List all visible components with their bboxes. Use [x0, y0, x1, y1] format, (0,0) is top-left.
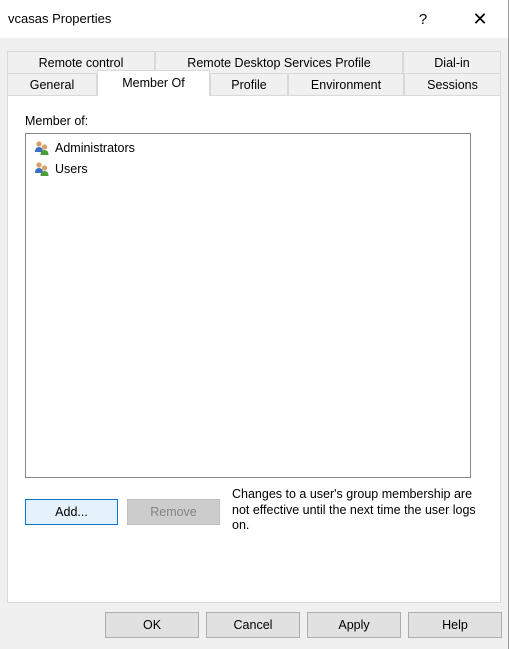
list-item-users[interactable]: Users — [34, 160, 88, 178]
add-button[interactable]: Add... — [25, 499, 118, 525]
list-item-label: Administrators — [55, 141, 135, 155]
group-icon — [34, 161, 50, 177]
remove-button[interactable]: Remove — [127, 499, 220, 525]
member-of-label: Member of: — [25, 114, 89, 128]
tab-sessions[interactable]: Sessions — [404, 73, 501, 95]
window-title: vcasas Properties — [8, 11, 112, 26]
close-button[interactable]: ✕ — [456, 0, 504, 38]
cancel-button[interactable]: Cancel — [206, 612, 300, 638]
group-icon — [34, 140, 50, 156]
title-bar: vcasas Properties ? ✕ — [0, 0, 509, 38]
tab-member-of[interactable]: Member Of — [97, 70, 210, 96]
member-of-list[interactable]: Administrators Users — [25, 133, 471, 478]
help-button[interactable]: Help — [408, 612, 502, 638]
tab-environment[interactable]: Environment — [288, 73, 404, 95]
membership-note: Changes to a user's group membership are… — [232, 487, 476, 532]
list-item-administrators[interactable]: Administrators — [34, 139, 135, 157]
list-item-label: Users — [55, 162, 88, 176]
tab-general[interactable]: General — [7, 73, 97, 95]
tab-profile[interactable]: Profile — [210, 73, 288, 95]
tab-dial-in[interactable]: Dial-in — [403, 51, 501, 73]
apply-button[interactable]: Apply — [307, 612, 401, 638]
help-title-button[interactable]: ? — [400, 0, 446, 38]
ok-button[interactable]: OK — [105, 612, 199, 638]
